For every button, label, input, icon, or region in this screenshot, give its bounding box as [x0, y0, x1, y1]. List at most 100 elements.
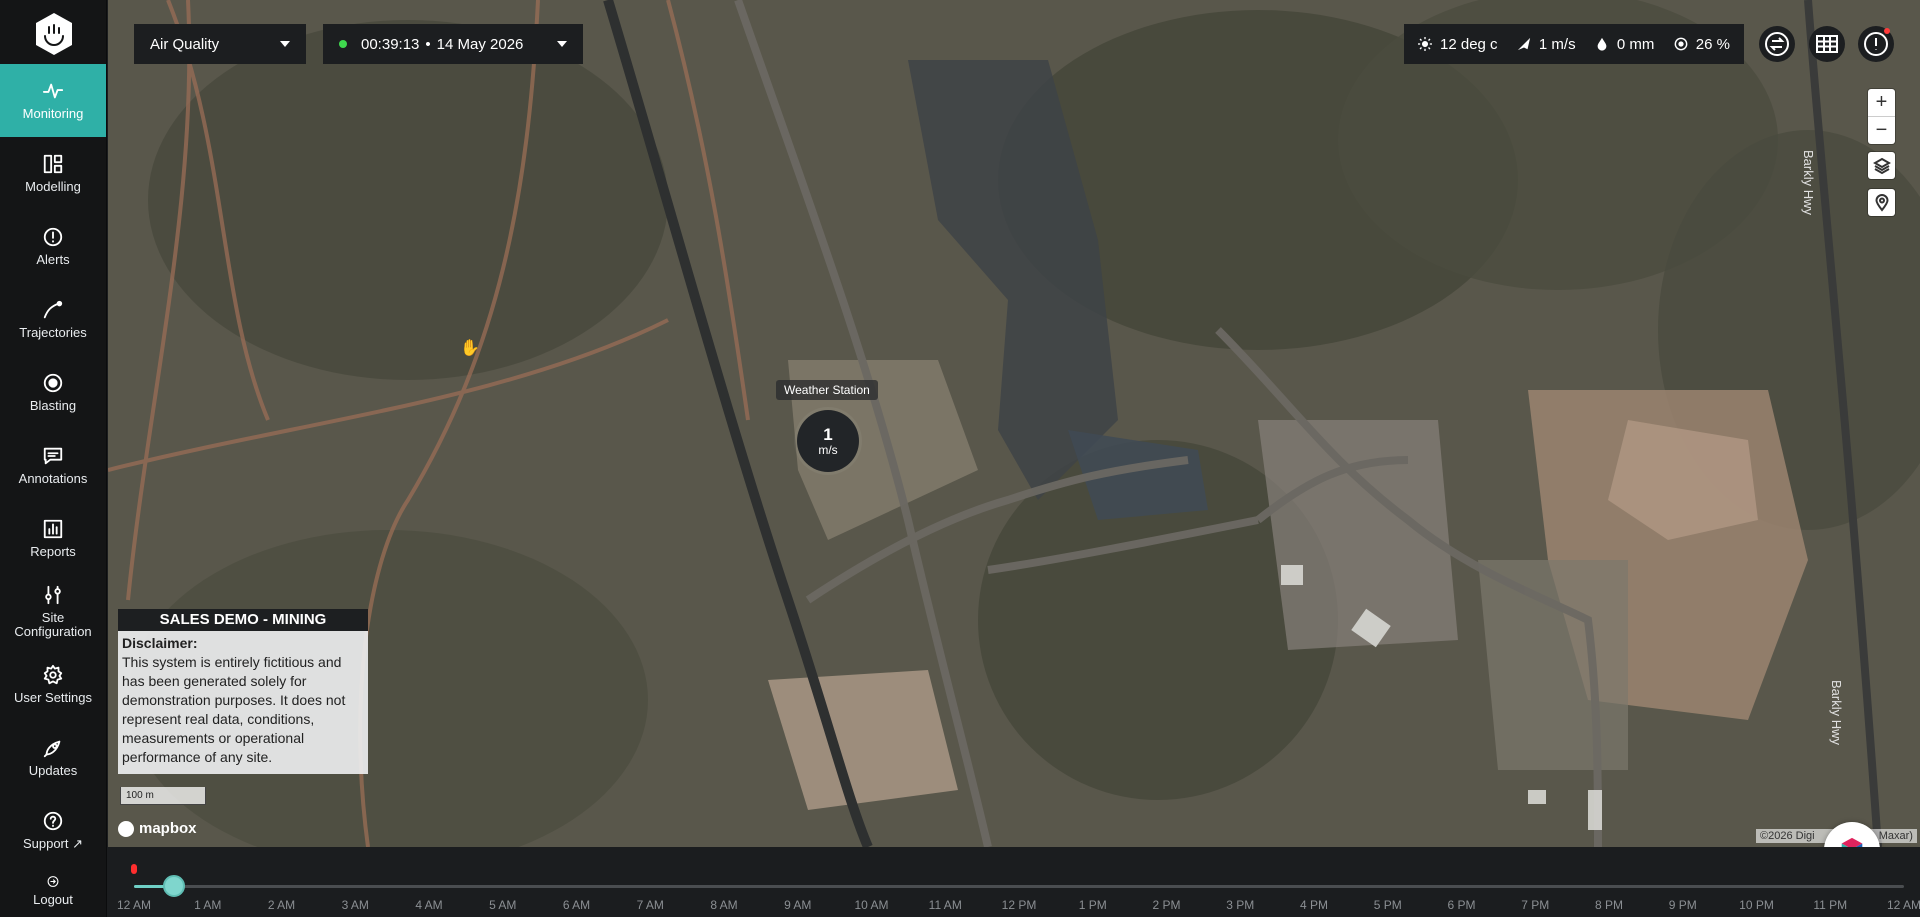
nav-trajectories[interactable]: Trajectories [0, 283, 106, 356]
trajectory-icon [43, 300, 63, 319]
humidity-icon [1674, 37, 1688, 51]
grid-button[interactable] [1809, 26, 1845, 62]
logout-icon [47, 876, 59, 887]
alert-circle-icon [1864, 32, 1888, 56]
nav-label: Blasting [29, 398, 77, 413]
disclaimer-body: This system is entirely fictitious and h… [122, 654, 346, 765]
timeline-label: 10 AM [854, 898, 889, 912]
nav-updates[interactable]: Updates [0, 721, 106, 794]
mapbox-text: mapbox [139, 820, 197, 837]
timeline-label: 6 AM [562, 898, 591, 912]
rain-value: 0 mm [1616, 35, 1655, 53]
timeline-track[interactable] [134, 885, 1904, 888]
timeline-label: 8 PM [1594, 898, 1624, 912]
timeline-labels: 12 AM 1 AM 2 AM 3 AM 4 AM 5 AM 6 AM 7 AM 8 AM 9 A… [108, 898, 1920, 914]
app-logo[interactable] [34, 12, 74, 56]
weather-summary: 12 deg c 1 m/s 0 mm 26 % [1404, 24, 1744, 64]
target-icon [43, 373, 63, 393]
droplet-icon [1597, 37, 1607, 51]
layer-select-value: Air Quality [150, 35, 220, 53]
wind-value: 1 m/s [1538, 35, 1576, 53]
timeline-label: 10 PM [1739, 898, 1774, 912]
current-time: 00:39:13 [361, 35, 420, 53]
time-select-value: 00:39:13 • 14 May 2026 [339, 36, 523, 53]
nav-label: User Settings [13, 690, 93, 705]
nav-label: Updates [28, 763, 78, 778]
nav-site-configuration[interactable]: Site Configuration [0, 575, 106, 648]
bar-chart-icon [43, 519, 63, 539]
nav-support[interactable]: Support ↗ [0, 794, 106, 867]
timeline-label: 11 PM [1813, 898, 1848, 912]
timeline-label: 6 PM [1447, 898, 1476, 912]
timeline-label: 9 AM [784, 898, 812, 912]
current-date: 14 May 2026 [436, 35, 524, 53]
alert-circle-icon [43, 227, 63, 247]
nav-label: Site Configuration [14, 610, 92, 639]
wind-speed-unit: m/s [818, 442, 838, 457]
humidity-reading: 26 % [1674, 36, 1730, 53]
chevron-down-icon [280, 41, 290, 47]
sun-icon [1418, 37, 1432, 51]
disclaimer-panel: SALES DEMO - MINING Disclaimer: This sys… [118, 609, 368, 774]
mapbox-icon [118, 820, 134, 837]
nav-label: Monitoring [22, 106, 84, 121]
timeline: 12 AM 1 AM 2 AM 3 AM 4 AM 5 AM 6 AM 7 AM 8 AM 9 A… [108, 847, 1920, 917]
timeline-slider-thumb[interactable] [163, 875, 186, 897]
timeline-label: 1 PM [1078, 898, 1107, 912]
road-label: Barkly Hwy [1829, 680, 1844, 746]
nav-label: Support ↗ [22, 836, 84, 851]
layers-control [1868, 152, 1895, 179]
layers-icon [1872, 157, 1891, 174]
location-control [1868, 189, 1895, 216]
timeline-label: 2 AM [267, 898, 296, 912]
nav-alerts[interactable]: Alerts [0, 210, 106, 283]
timeline-label: 1 AM [194, 898, 222, 912]
timeline-label: 4 AM [415, 898, 443, 912]
live-status-dot [339, 40, 347, 48]
wind-reading: 1 m/s [1517, 36, 1576, 53]
chevron-down-icon [557, 41, 567, 47]
nav-reports[interactable]: Reports [0, 502, 106, 575]
wind-direction-icon [1517, 37, 1531, 51]
separator: • [425, 35, 431, 53]
nav-monitoring[interactable]: Monitoring [0, 64, 106, 137]
temperature-reading: 12 deg c [1418, 36, 1498, 53]
nav-user-settings[interactable]: User Settings [0, 648, 106, 721]
nav-annotations[interactable]: Annotations [0, 429, 106, 502]
mapbox-logo[interactable]: mapbox [118, 820, 197, 837]
nav-label: Annotations [18, 471, 88, 486]
time-select[interactable]: 00:39:13 • 14 May 2026 [323, 24, 583, 64]
nav-label: Trajectories [19, 325, 87, 340]
nav-list: Monitoring Modelling Alerts Trajectories… [0, 64, 106, 907]
layer-select[interactable]: Air Quality [134, 24, 306, 64]
nav-blasting[interactable]: Blasting [0, 356, 106, 429]
comment-icon [43, 447, 63, 465]
grid-icon [1816, 35, 1838, 53]
layers-button[interactable] [1868, 152, 1895, 179]
nav-label: Reports [30, 544, 76, 559]
humidity-value: 26 % [1695, 35, 1730, 53]
map-terrain [108, 0, 1920, 847]
timeline-label: 12 AM [1886, 898, 1920, 912]
wind-speed-value: 1 [823, 424, 833, 444]
modelling-icon [43, 154, 63, 174]
weather-station-marker[interactable]: 1 m/s [797, 410, 859, 472]
nav-logout[interactable]: Logout [0, 867, 106, 907]
disclaimer-title: Disclaimer: [122, 635, 198, 651]
nav-modelling[interactable]: Modelling [0, 137, 106, 210]
weather-station-label: Weather Station [776, 380, 878, 400]
pulse-icon [42, 83, 64, 99]
nav-label: Modelling [25, 179, 81, 194]
notification-dot [1884, 28, 1890, 34]
location-button[interactable] [1868, 189, 1895, 216]
alerts-button[interactable] [1858, 26, 1894, 62]
gear-icon [43, 664, 63, 685]
zoom-out-button[interactable]: − [1868, 117, 1895, 144]
timeline-label: 4 PM [1299, 898, 1329, 912]
swap-button[interactable] [1759, 26, 1795, 62]
satellite-map[interactable]: Barkly Hwy Barkly Hwy ✋ [108, 0, 1920, 847]
help-icon [43, 811, 63, 831]
attribution-tail: Maxar) [1878, 830, 1913, 842]
zoom-in-button[interactable]: + [1868, 89, 1895, 116]
timeline-label: 12 PM [1001, 898, 1037, 912]
